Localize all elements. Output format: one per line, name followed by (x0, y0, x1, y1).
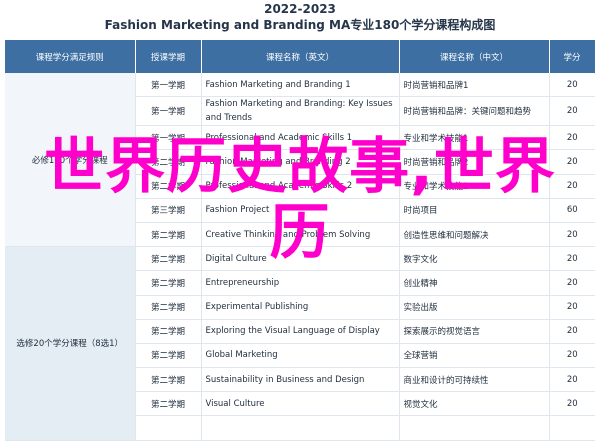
course-name-en-cell: Fashion Marketing and Branding 1 (201, 73, 400, 98)
term-cell (135, 415, 202, 441)
term-cell: 第一学期 (135, 96, 202, 127)
course-name-en-cell: Sustainability in Business and Design (201, 367, 400, 393)
course-name-zh-cell: 时尚营销和品牌：关键问题和趋势 (399, 96, 550, 127)
credits-cell: 20 (549, 343, 595, 369)
term-cell: 第二学期 (135, 391, 202, 417)
term-cell: 第一学期 (135, 125, 202, 151)
page-title: Fashion Marketing and Branding MA专业180个学… (104, 18, 496, 32)
credits-cell: 20 (549, 174, 595, 199)
credits-cell: 20 (549, 73, 595, 98)
course-name-en-cell: Exploring the Visual Language of Display (201, 319, 400, 344)
course-name-zh-cell: 时尚营销和品牌2 (399, 149, 550, 175)
term-cell: 第二学期 (135, 222, 202, 248)
column-header-name-zh: 课程名称（中文） (399, 40, 550, 73)
credits-cell: 20 (549, 270, 595, 296)
course-name-en-cell: Entrepreneurship (201, 270, 400, 296)
term-cell: 第二学期 (135, 149, 202, 175)
course-name-zh-cell: 时尚营销和品牌1 (399, 73, 550, 98)
course-name-en-cell: Global Marketing (201, 343, 400, 369)
course-name-en-cell: Fashion Marketing and Branding: Key Issu… (201, 96, 400, 127)
course-name-en-cell: Fashion Project (201, 198, 400, 223)
course-name-zh-cell: 商业和设计的可持续性 (399, 367, 550, 393)
table-header-row: 课程学分满足规则 授课学期 课程名称（英文） 课程名称（中文） 学分 (5, 40, 596, 73)
credits-cell: 20 (549, 222, 595, 248)
table-row: 选修20个学分课程（8选1） 第二学期 Digital Culture 数字文化 20 (5, 246, 595, 441)
course-name-zh-cell: 全球营销 (399, 343, 550, 369)
course-name-zh-cell: 专业和学术技能1 (399, 125, 550, 151)
column-header-credits: 学分 (549, 40, 596, 73)
course-name-en-cell: Creative Thinking and Problem Solving (201, 222, 400, 248)
course-name-en-cell: Visual Culture (201, 391, 400, 417)
course-name-zh-cell: 探索展示的视觉语言 (399, 319, 550, 344)
term-cell: 第二学期 (135, 295, 202, 320)
course-name-en-cell: Professional and Academic Skills 1 (201, 125, 400, 151)
credits-cell: 20 (549, 319, 595, 344)
credits-cell: 60 (549, 198, 595, 223)
credits-cell: 20 (549, 246, 595, 272)
course-name-en-cell: Digital Culture (201, 246, 400, 272)
term-cell: 第二学期 (135, 319, 202, 344)
table-body: 必修160个学分课程 第一学期 Fashion Marketing and Bran… (5, 73, 595, 441)
year-heading: 2022-2023 (264, 2, 336, 16)
term-cell: 第二学期 (135, 343, 202, 369)
course-name-en-cell: Fashion Marketing and Branding 2 (201, 149, 400, 175)
course-name-zh-cell: 实验出版 (399, 295, 550, 320)
credits-cell: 20 (549, 149, 595, 175)
credits-cell: 20 (549, 96, 595, 127)
term-cell: 第一学期 (135, 73, 202, 98)
course-name-zh-cell: 时尚项目 (399, 198, 550, 223)
table-row: 必修160个学分课程 第一学期 Fashion Marketing and Bran… (5, 73, 595, 248)
course-name-zh-cell: 专业和学术技能2 (399, 174, 550, 199)
term-cell: 第二学期 (135, 270, 202, 296)
credits-cell: 20 (549, 125, 595, 151)
course-name-en-cell: Experimental Publishing (201, 295, 400, 320)
course-name-zh-cell: 视觉文化 (399, 391, 550, 417)
course-name-zh-cell: 创造性思维和问题解决 (399, 222, 550, 248)
term-cell: 第二学期 (135, 367, 202, 393)
course-name-zh-cell: 数字文化 (399, 246, 550, 272)
credit-rule-cell: 必修160个学分课程 (5, 73, 136, 248)
credits-cell: 20 (549, 295, 595, 320)
course-table: 课程学分满足规则 授课学期 课程名称（英文） 课程名称（中文） 学分 必修160… (5, 40, 596, 441)
term-cell: 第三学期 (135, 198, 202, 223)
course-name-en-cell (201, 415, 400, 441)
course-name-zh-cell: 创业精神 (399, 270, 550, 296)
column-header-name-en: 课程名称（英文） (201, 40, 400, 73)
column-header-term: 授课学期 (135, 40, 202, 73)
column-header-rule: 课程学分满足规则 (5, 40, 136, 73)
credit-rule-cell: 选修20个学分课程（8选1） (5, 246, 136, 441)
credits-cell (549, 415, 595, 441)
course-name-zh-cell (399, 415, 550, 441)
credits-cell: 20 (549, 391, 595, 417)
course-name-en-cell: Professional and Academic Skills 2 (201, 174, 400, 199)
term-cell: 第二学期 (135, 174, 202, 199)
term-cell: 第二学期 (135, 246, 202, 272)
credits-cell: 20 (549, 367, 595, 393)
